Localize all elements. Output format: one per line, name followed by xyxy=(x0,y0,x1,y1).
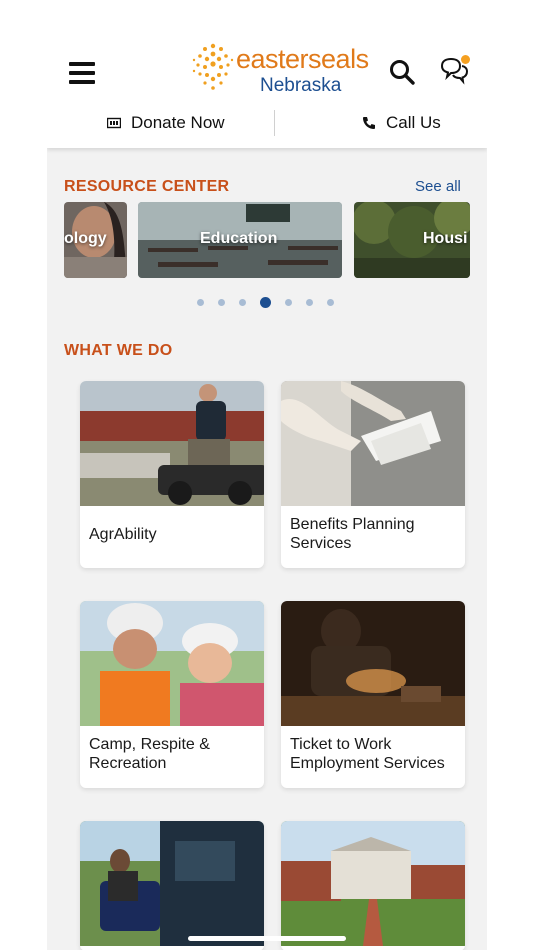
call-us-button[interactable]: Call Us xyxy=(362,108,441,138)
tile-label: Ticket to Work Employment Services xyxy=(290,736,445,772)
ticket-to-work-image xyxy=(281,601,465,726)
donate-now-button[interactable]: Donate Now xyxy=(107,108,225,138)
home-indicator[interactable] xyxy=(188,936,346,941)
chat-bubbles-icon[interactable] xyxy=(438,54,472,88)
what-we-do-heading: WHAT WE DO xyxy=(64,342,173,359)
service-tile-agrability[interactable]: AgrAbility xyxy=(80,381,264,568)
service-tile-ticket-to-work[interactable]: Ticket to Work Employment Services xyxy=(281,601,465,788)
logo-wordmark: easterseals xyxy=(236,44,369,74)
donate-now-label: Donate Now xyxy=(131,113,225,132)
logo-sunburst-icon xyxy=(192,43,234,90)
quick-actions: Donate Now Call Us xyxy=(47,108,487,138)
resource-center-heading: RESOURCE CENTER xyxy=(64,178,230,195)
camp-respite-image xyxy=(80,601,264,726)
top-bar: easterseals Nebraska Donate Now Call Us xyxy=(47,0,487,148)
resource-card-technology[interactable]: ology xyxy=(64,202,127,278)
see-all-link[interactable]: See all xyxy=(415,178,461,195)
campus-image xyxy=(281,821,465,946)
agrability-image xyxy=(80,381,264,506)
tile-label: Camp, Respite & Recreation xyxy=(89,736,210,772)
resource-carousel[interactable]: ology Education Housi xyxy=(64,202,470,278)
carousel-dot[interactable] xyxy=(327,299,334,306)
service-tile-benefits-planning[interactable]: Benefits Planning Services xyxy=(281,381,465,568)
accessible-van-image xyxy=(80,821,264,946)
notification-badge xyxy=(461,55,470,64)
carousel-dot[interactable] xyxy=(306,299,313,306)
resource-card-label: Education xyxy=(200,230,278,247)
resource-card-label: Housi xyxy=(423,230,468,247)
service-tile-campus[interactable] xyxy=(281,821,465,950)
service-tile-accessible-transport[interactable] xyxy=(80,821,264,950)
resource-card-label: ology xyxy=(64,230,107,247)
call-us-label: Call Us xyxy=(386,113,441,132)
carousel-dot[interactable] xyxy=(239,299,246,306)
easterseals-logo[interactable]: easterseals Nebraska xyxy=(190,38,369,96)
search-icon[interactable] xyxy=(388,58,416,86)
app-screen: easterseals Nebraska Donate Now Call Us … xyxy=(47,0,487,950)
resource-card-education[interactable]: Education xyxy=(138,202,342,278)
benefits-planning-image xyxy=(281,381,465,506)
logo-region: Nebraska xyxy=(260,75,342,96)
carousel-dot[interactable] xyxy=(218,299,225,306)
actions-divider xyxy=(274,110,275,136)
carousel-dot[interactable] xyxy=(197,299,204,306)
tile-label: Benefits Planning Services xyxy=(290,516,415,552)
money-icon xyxy=(107,117,121,129)
hamburger-menu-icon[interactable] xyxy=(69,62,95,84)
resource-card-housing[interactable]: Housi xyxy=(354,202,470,278)
phone-icon xyxy=(363,117,375,129)
carousel-dot-active[interactable] xyxy=(260,297,271,308)
service-tile-camp-respite[interactable]: Camp, Respite & Recreation xyxy=(80,601,264,788)
carousel-pagination xyxy=(197,297,334,308)
tile-label: AgrAbility xyxy=(89,526,157,543)
carousel-dot[interactable] xyxy=(285,299,292,306)
